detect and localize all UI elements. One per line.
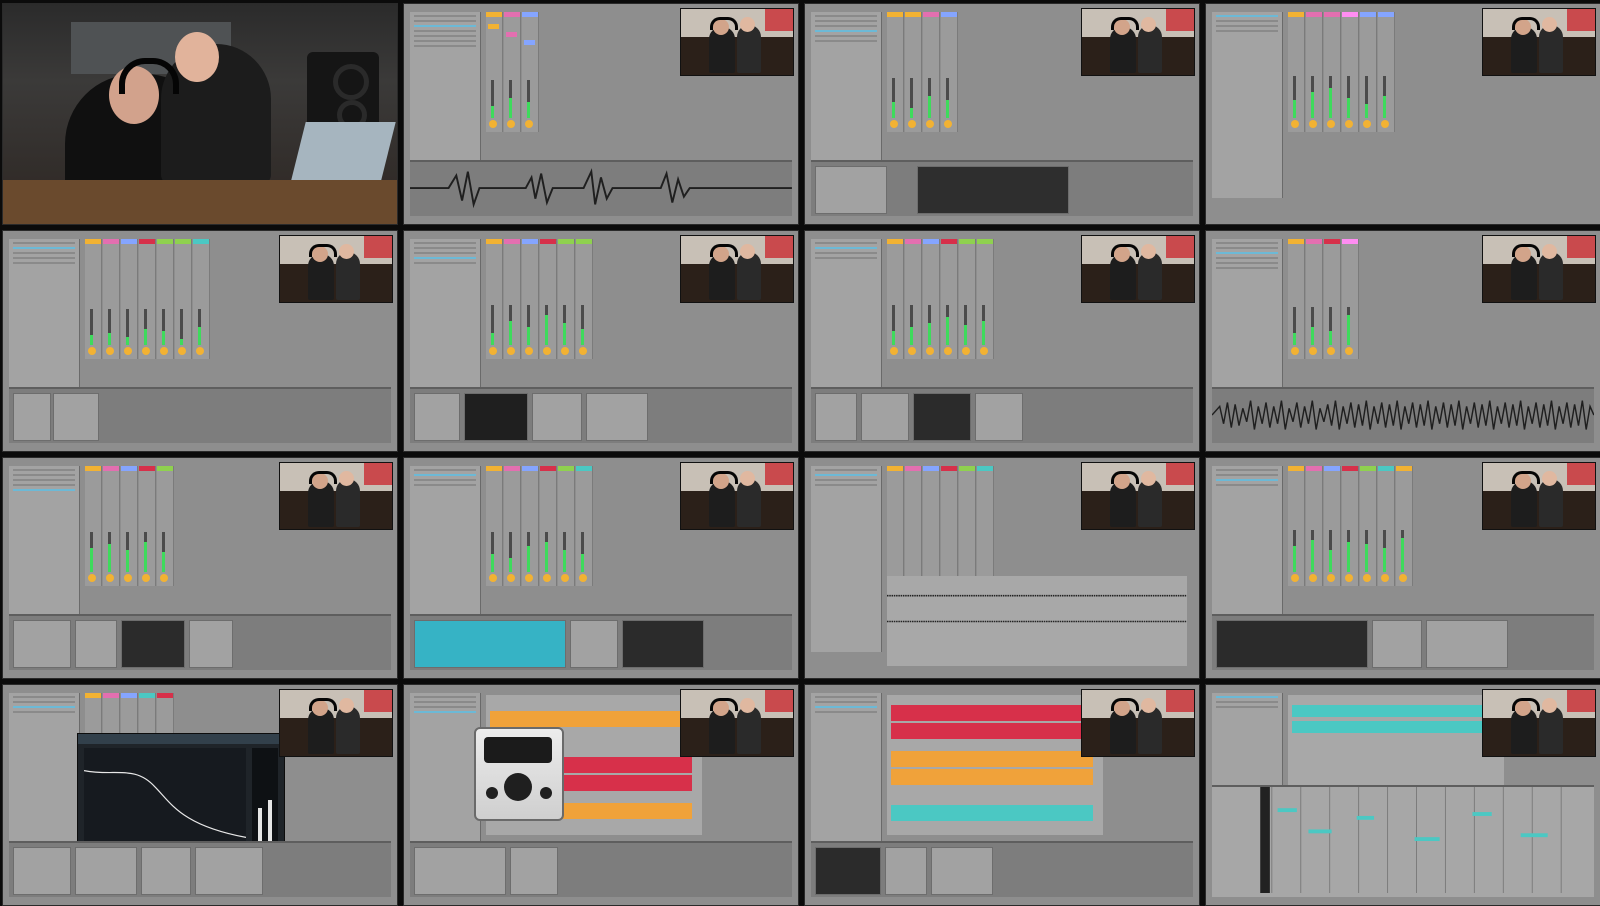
headphones-icon — [309, 698, 337, 711]
webcam-overlay — [1081, 462, 1195, 530]
headphones-icon — [1512, 17, 1540, 30]
speaker-cone — [333, 64, 369, 100]
audio-waveform — [1212, 400, 1594, 430]
webcam-overlay — [680, 462, 794, 530]
studio-desk — [3, 180, 397, 224]
device-chain[interactable] — [410, 614, 792, 670]
headphones-icon — [1512, 471, 1540, 484]
device-chain[interactable] — [1212, 614, 1594, 670]
device-chain[interactable] — [811, 841, 1193, 897]
waveform-editor[interactable] — [1212, 387, 1594, 443]
headphones-icon — [1111, 17, 1139, 30]
arrangement-view[interactable] — [887, 695, 1103, 835]
browser-panel[interactable] — [1212, 12, 1283, 198]
device-chain[interactable] — [9, 387, 391, 443]
headphones-icon — [710, 471, 738, 484]
device-chain[interactable] — [9, 841, 391, 897]
piano-roll-editor[interactable] — [1212, 785, 1594, 897]
studio-photo — [3, 4, 397, 224]
plugin-titlebar[interactable] — [78, 734, 284, 744]
thumbnail-ableton-session — [1205, 3, 1600, 225]
audio-waveform — [887, 594, 1187, 623]
thumbnail-ableton-arrangement — [804, 457, 1200, 679]
thumbnail-ableton-devices — [403, 230, 799, 452]
thumbnail-plugin-arrangement — [403, 684, 799, 906]
device-chain[interactable] — [9, 614, 391, 670]
thumbnail-ableton-sample-view — [403, 3, 799, 225]
device-chain[interactable] — [410, 387, 792, 443]
thumbnail-ableton-sample-view — [1205, 230, 1600, 452]
browser-panel[interactable] — [811, 466, 882, 652]
headphones-icon — [1111, 244, 1139, 257]
arrangement-view[interactable] — [887, 576, 1187, 666]
video-thumbnail-grid — [0, 0, 1600, 906]
webcam-overlay — [279, 689, 393, 757]
headphones-icon — [119, 58, 179, 94]
thumbnail-ableton-session — [2, 457, 398, 679]
waveform-editor[interactable] — [410, 160, 792, 216]
webcam-overlay — [279, 235, 393, 303]
arrangement-view[interactable] — [1288, 695, 1504, 785]
webcam-overlay — [1482, 235, 1596, 303]
headphones-icon — [309, 244, 337, 257]
thumbnail-ableton-devices — [403, 457, 799, 679]
headphones-icon — [710, 17, 738, 30]
headphones-icon — [710, 698, 738, 711]
headphones-icon — [1512, 698, 1540, 711]
thumbnail-ableton-session — [1205, 457, 1600, 679]
thumbnail-ableton-clip-editor — [804, 3, 1200, 225]
output-knob[interactable] — [540, 787, 552, 799]
headphones-icon — [1111, 471, 1139, 484]
webcam-overlay — [1482, 462, 1596, 530]
thumbnail-ableton-piano-roll — [1205, 684, 1600, 906]
webcam-overlay — [680, 8, 794, 76]
thumbnail-studio-scene — [2, 3, 398, 225]
headphones-icon — [710, 244, 738, 257]
headphones-icon — [1111, 698, 1139, 711]
webcam-overlay — [1081, 235, 1195, 303]
clip-editor[interactable] — [811, 160, 1193, 216]
webcam-overlay — [279, 462, 393, 530]
input-knob[interactable] — [486, 787, 498, 799]
webcam-overlay — [1081, 8, 1195, 76]
thumbnail-neutron-plugin — [2, 684, 398, 906]
saturation-plugin-window[interactable] — [474, 727, 564, 821]
thumbnail-ableton-devices — [804, 230, 1200, 452]
producer-right-head — [175, 32, 219, 82]
thumbnail-ableton-arrangement — [804, 684, 1200, 906]
main-knob[interactable] — [504, 773, 532, 801]
device-chain[interactable] — [811, 387, 1193, 443]
headphones-icon — [309, 471, 337, 484]
thumbnail-ableton-session — [2, 230, 398, 452]
webcam-overlay — [680, 689, 794, 757]
audio-waveform — [410, 168, 792, 209]
headphones-icon — [1512, 244, 1540, 257]
webcam-overlay — [1482, 689, 1596, 757]
device-chain[interactable] — [410, 841, 792, 897]
webcam-overlay — [680, 235, 794, 303]
midi-note-grid — [1260, 787, 1562, 894]
webcam-overlay — [1081, 689, 1195, 757]
webcam-overlay — [1482, 8, 1596, 76]
plugin-display — [484, 737, 552, 763]
